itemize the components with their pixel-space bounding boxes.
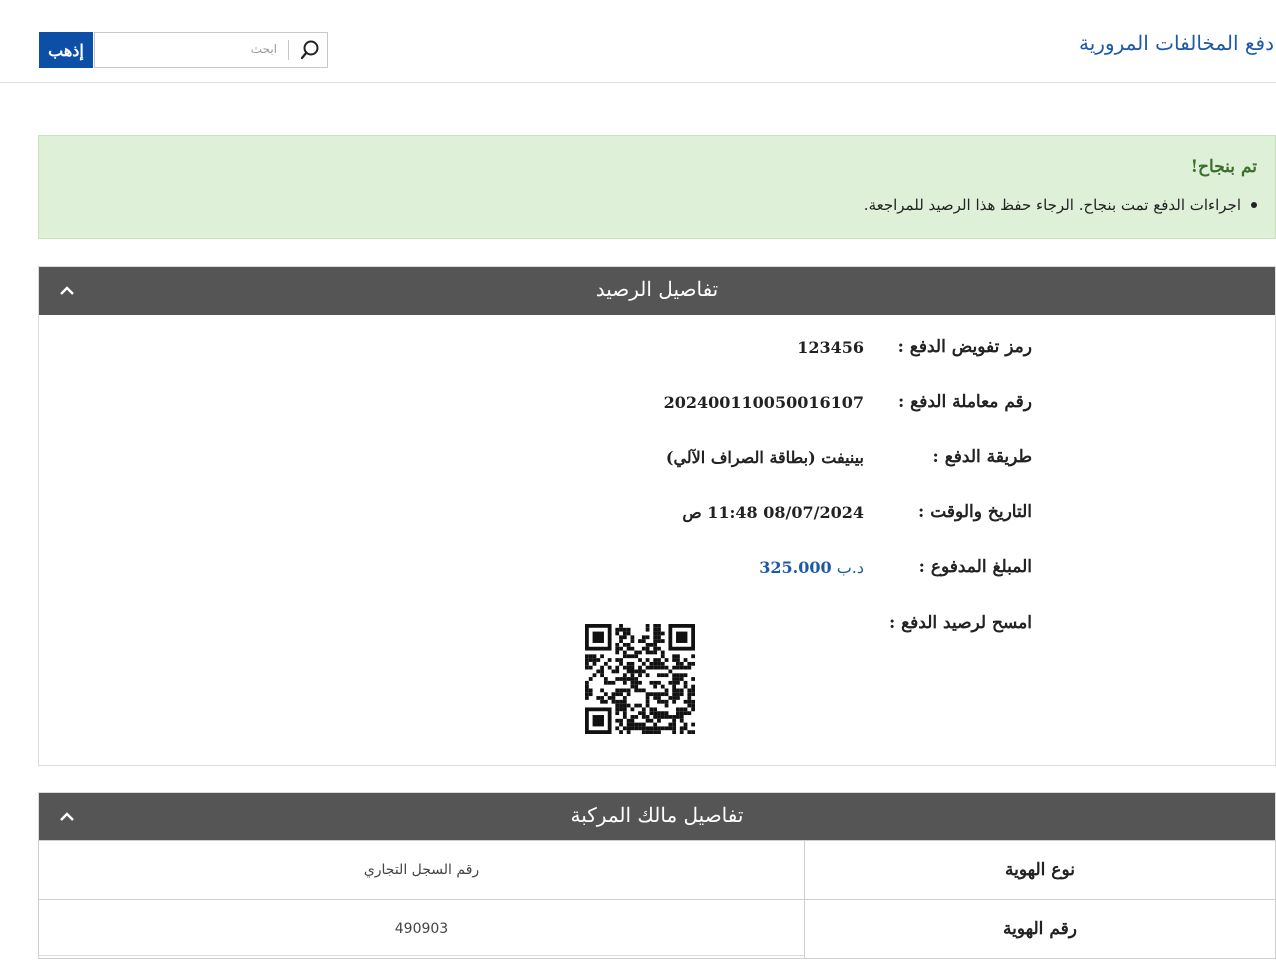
field-label: رقم معاملة الدفع :	[897, 392, 1032, 412]
receipt-panel-title: تفاصيل الرصيد	[595, 277, 719, 301]
owner-panel-header[interactable]: تفاصيل مالك المركبة	[39, 793, 1275, 841]
receipt-panel-header[interactable]: تفاصيل الرصيد	[39, 267, 1275, 315]
search-input[interactable]: ابحث	[94, 32, 328, 68]
search-icon[interactable]	[299, 39, 321, 61]
auth-code-value: 123456	[797, 337, 864, 357]
search-divider	[288, 40, 289, 60]
id-number-label: رقم الهوية	[804, 899, 1276, 959]
success-alert: تم بنجاح! اجراءات الدفع تمت بنجاح. الرجا…	[38, 135, 1276, 239]
id-type-value: رقم السجل التجاري	[38, 840, 805, 900]
table-row: رقم الهوية 490903	[38, 899, 1276, 959]
auth-code-row: رمز تفويض الدفع : 123456	[797, 337, 1032, 357]
vehicle-owner-panel: تفاصيل مالك المركبة نوع الهوية رقم السجل…	[38, 792, 1276, 959]
transaction-number-value: 202400110050016107	[663, 392, 864, 412]
table-row: نوع الهوية رقم السجل التجاري	[38, 840, 1276, 900]
amount-paid-row: المبلغ المدفوع : د.ب 325.000	[759, 557, 1032, 577]
chevron-up-icon[interactable]	[57, 807, 77, 827]
owner-table: نوع الهوية رقم السجل التجاري رقم الهوية …	[38, 840, 1276, 959]
alert-message: اجراءات الدفع تمت بنجاح. الرجاء حفظ هذا …	[863, 196, 1241, 214]
scan-receipt-row: امسح لرصيد الدفع :	[864, 613, 1032, 633]
date-time-row: التاريخ والوقت : 08/07/2024 11:48 ص	[682, 502, 1032, 522]
field-label: طريقة الدفع :	[932, 447, 1032, 467]
bullet-icon	[1251, 202, 1257, 208]
alert-title: تم بنجاح!	[1190, 157, 1257, 177]
field-label: رمز تفويض الدفع :	[897, 337, 1032, 357]
currency-label: د.ب	[836, 557, 864, 577]
owner-panel-title: تفاصيل مالك المركبة	[570, 803, 744, 827]
go-button[interactable]: إذهب	[39, 32, 93, 68]
alert-message-item: اجراءات الدفع تمت بنجاح. الرجاء حفظ هذا …	[864, 196, 1257, 214]
payment-method-row: طريقة الدفع : بينيفت (بطاقة الصراف الآلي…	[666, 447, 1032, 467]
field-label: التاريخ والوقت :	[918, 502, 1032, 522]
search-placeholder: ابحث	[250, 42, 277, 56]
amount-paid-value: د.ب 325.000	[759, 558, 864, 577]
field-label: امسح لرصيد الدفع :	[888, 613, 1032, 633]
payment-method-value: بينيفت (بطاقة الصراف الآلي)	[665, 447, 864, 467]
id-number-value: 490903	[38, 899, 805, 959]
field-label: المبلغ المدفوع :	[918, 557, 1032, 577]
qr-code-icon	[585, 624, 695, 734]
transaction-number-row: رقم معاملة الدفع : 202400110050016107	[664, 392, 1032, 412]
receipt-panel: تفاصيل الرصيد رمز تفويض الدفع : 123456 ر…	[38, 266, 1276, 766]
amount-value: 325.000	[759, 557, 832, 577]
id-type-label: نوع الهوية	[804, 840, 1276, 900]
site-title[interactable]: دفع المخالفات المرورية	[1079, 31, 1274, 55]
date-time-value: 08/07/2024 11:48 ص	[682, 502, 864, 522]
chevron-up-icon[interactable]	[57, 281, 77, 301]
top-bar: دفع المخالفات المرورية إذهب ابحث	[0, 0, 1276, 83]
